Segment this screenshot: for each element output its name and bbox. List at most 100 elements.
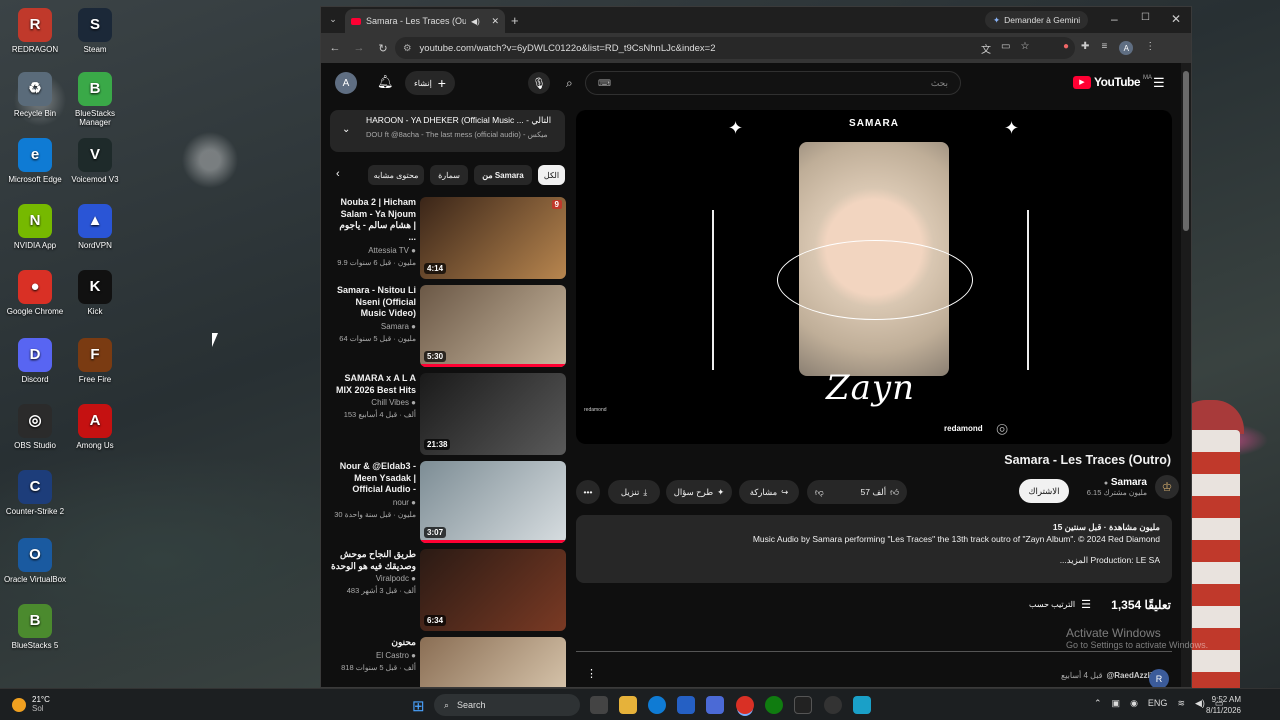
bookmark-star-icon[interactable]: ☆ <box>1020 41 1029 56</box>
comment-menu-icon[interactable]: ⋮ <box>586 667 597 680</box>
related-video-item[interactable]: محنون El Castro ● 818 ألف · قبل 5 سنوات <box>330 637 566 687</box>
search-bar[interactable]: ⌕ ⌨ بحث <box>566 71 961 95</box>
playlist-panel[interactable]: ⌄ HAROON - YA DHEKER (Official Music ...… <box>330 110 565 152</box>
language-indicator[interactable]: ENG <box>1148 698 1168 709</box>
edge-taskbar-icon[interactable] <box>648 696 666 714</box>
store-icon[interactable] <box>677 696 695 714</box>
scrollbar-thumb[interactable] <box>1183 71 1189 231</box>
related-video-title[interactable]: SAMARA x A L A MIX 2026 Best Hits <box>330 373 416 396</box>
task-view-icon[interactable] <box>590 696 608 714</box>
channel-name[interactable]: ● Samara <box>1087 477 1147 488</box>
related-video-title[interactable]: طريق النجاح موحش وصديقك فيه هو الوحدة <box>330 549 416 572</box>
file-explorer-icon[interactable] <box>619 696 637 714</box>
related-video-title[interactable]: Samara - Nsitou Li Nseni (Official Music… <box>330 285 416 320</box>
desktop-icon-among-us[interactable]: A Among Us <box>60 404 130 450</box>
tray-chevron-icon[interactable]: ⌃ <box>1094 698 1102 709</box>
desktop-icon-free-fire[interactable]: F Free Fire <box>60 338 130 384</box>
tab-search-icon[interactable]: ⌄ <box>325 14 341 25</box>
keyboard-icon[interactable]: ⌨ <box>598 78 611 89</box>
close-window-button[interactable]: ✕ <box>1171 12 1181 26</box>
chip-samara[interactable]: سمارة <box>430 165 468 185</box>
related-video-item[interactable]: Nouba 2 | Hicham Salam - Ya Njoum هشام س… <box>330 197 566 279</box>
related-video-item[interactable]: طريق النجاح موحش وصديقك فيه هو الوحدة Vir… <box>330 549 566 631</box>
address-bar[interactable]: ⚙ youtube.com/watch?v=6yDWLC0122o&list=R… <box>395 37 1075 59</box>
xbox-icon[interactable] <box>765 696 783 714</box>
desktop-icon-voicemod-v3[interactable]: V Voicemod V3 <box>60 138 130 184</box>
obs-taskbar-icon[interactable] <box>824 696 842 714</box>
more-actions-button[interactable]: ••• <box>576 480 600 504</box>
site-info-icon[interactable]: ⚙ <box>403 43 412 54</box>
new-tab-button[interactable]: + <box>511 13 519 28</box>
taskbar-search[interactable]: ⌕ Search <box>434 694 580 716</box>
desktop-icon-bluestacks-5[interactable]: B BlueStacks 5 <box>0 604 70 650</box>
chevron-down-icon[interactable]: ⌄ <box>342 124 350 135</box>
search-icon[interactable]: ⌕ <box>566 76 573 91</box>
related-video-item[interactable]: Nour & @Eldab3 - Meen Ysadak | Official … <box>330 461 566 543</box>
desktop-icon-steam[interactable]: S Steam <box>60 8 130 54</box>
chips-prev-icon[interactable]: ‹ <box>336 168 340 180</box>
chip-similar[interactable]: محتوى مشابه <box>368 165 424 185</box>
share-button[interactable]: مشاركة ↪ <box>739 480 799 504</box>
create-button[interactable]: إنشاء + <box>405 71 455 95</box>
notepad-icon[interactable] <box>853 696 871 714</box>
tab-close-icon[interactable]: ✕ <box>491 16 499 27</box>
related-video-title[interactable]: محنون <box>330 637 416 649</box>
forward-icon[interactable]: → <box>351 42 367 54</box>
related-video-channel[interactable]: Viralpodc ● <box>330 574 416 583</box>
related-video-channel[interactable]: Chill Vibes ● <box>330 398 416 407</box>
wifi-icon[interactable]: ≋ <box>1177 698 1185 709</box>
virtualbox-taskbar-icon[interactable] <box>706 696 724 714</box>
video-thumbnail[interactable]: 6:34 <box>420 549 566 631</box>
clock[interactable]: 9:52 AM 8/11/2026 <box>1206 694 1241 716</box>
capcut-icon[interactable] <box>794 696 812 714</box>
tab-youtube[interactable]: Samara - Les Traces (Outro) ◀) ✕ <box>345 9 505 33</box>
minimize-button[interactable]: – <box>1111 12 1118 26</box>
commenter-avatar[interactable]: R <box>1149 669 1169 687</box>
channel-avatar[interactable]: ♔ <box>1155 475 1179 499</box>
related-video-title[interactable]: Nour & @Eldab3 - Meen Ysadak | Official … <box>330 461 416 496</box>
description-more[interactable]: ...المزيد Production: LE SA <box>588 554 1160 566</box>
extension-icon[interactable]: ● <box>1063 41 1069 55</box>
page-scrollbar[interactable] <box>1181 63 1191 687</box>
profile-avatar[interactable]: A <box>1119 41 1134 55</box>
desktop-icon-oracle-virtualbox[interactable]: O Oracle VirtualBox <box>0 538 70 584</box>
voice-search-button[interactable]: 🎙︎ <box>528 72 550 94</box>
chip-all[interactable]: الكل <box>538 165 565 185</box>
chip-from-samara[interactable]: من Samara <box>474 165 532 185</box>
description-box[interactable]: 15 مليون مشاهدة · قبل سنتين Music Audio … <box>576 515 1172 583</box>
comment-author[interactable]: @RaedAzzli <box>1106 671 1152 680</box>
account-avatar[interactable]: A <box>335 72 357 94</box>
notifications-bell-icon[interactable]: 🔔︎ <box>377 74 394 90</box>
related-video-channel[interactable]: Attessia TV ● <box>330 246 416 255</box>
video-player[interactable]: SAMARA ✦ ✦ Zayn redamond redamond ◎ <box>576 110 1172 444</box>
weather-widget[interactable]: 21°C Sol <box>12 695 50 714</box>
ask-button[interactable]: طرح سؤال ✦ <box>666 480 732 504</box>
add-comment-line[interactable] <box>576 651 1172 652</box>
video-thumbnail[interactable]: 3:07 <box>420 461 566 543</box>
youtube-logo[interactable]: ▶ YouTube MA <box>1073 75 1152 89</box>
extensions-puzzle-icon[interactable]: ✚ <box>1081 41 1089 55</box>
desktop-icon-bluestacks-manager[interactable]: B BlueStacks Manager <box>60 72 130 127</box>
download-button[interactable]: تنزيل ⤓ <box>608 480 660 504</box>
related-video-item[interactable]: Samara - Nsitou Li Nseni (Official Music… <box>330 285 566 367</box>
translate-icon[interactable]: 文 <box>981 41 991 56</box>
tray-app-icon[interactable]: ▣ <box>1112 698 1121 709</box>
start-windows-icon[interactable]: ⊞ <box>412 697 425 715</box>
cast-icon[interactable]: ▭ <box>1001 41 1010 56</box>
desktop-icon-nordvpn[interactable]: ▲ NordVPN <box>60 204 130 250</box>
reading-list-icon[interactable]: ≡ <box>1101 41 1107 55</box>
maximize-button[interactable]: ☐ <box>1141 12 1150 23</box>
video-thumbnail[interactable]: 21:38 <box>420 373 566 455</box>
sort-button[interactable]: الترتيب حسب ☰ <box>1029 598 1091 611</box>
volume-icon[interactable]: ◀) <box>1195 698 1205 709</box>
gemini-button[interactable]: ✦ Demander à Gemini <box>985 11 1089 29</box>
video-thumbnail[interactable] <box>420 637 566 687</box>
back-icon[interactable]: ← <box>327 42 343 54</box>
tray-app2-icon[interactable]: ◉ <box>1130 698 1138 709</box>
chrome-menu-icon[interactable]: ⋮ <box>1145 41 1155 55</box>
reload-icon[interactable]: ↻ <box>375 42 391 55</box>
video-thumbnail[interactable]: 5:30 <box>420 285 566 367</box>
related-video-item[interactable]: SAMARA x A L A MIX 2026 Best Hits Chill V… <box>330 373 566 455</box>
related-video-channel[interactable]: El Castro ● <box>330 651 416 660</box>
like-button[interactable]: 57 ألف 👍︎ <box>861 487 899 498</box>
